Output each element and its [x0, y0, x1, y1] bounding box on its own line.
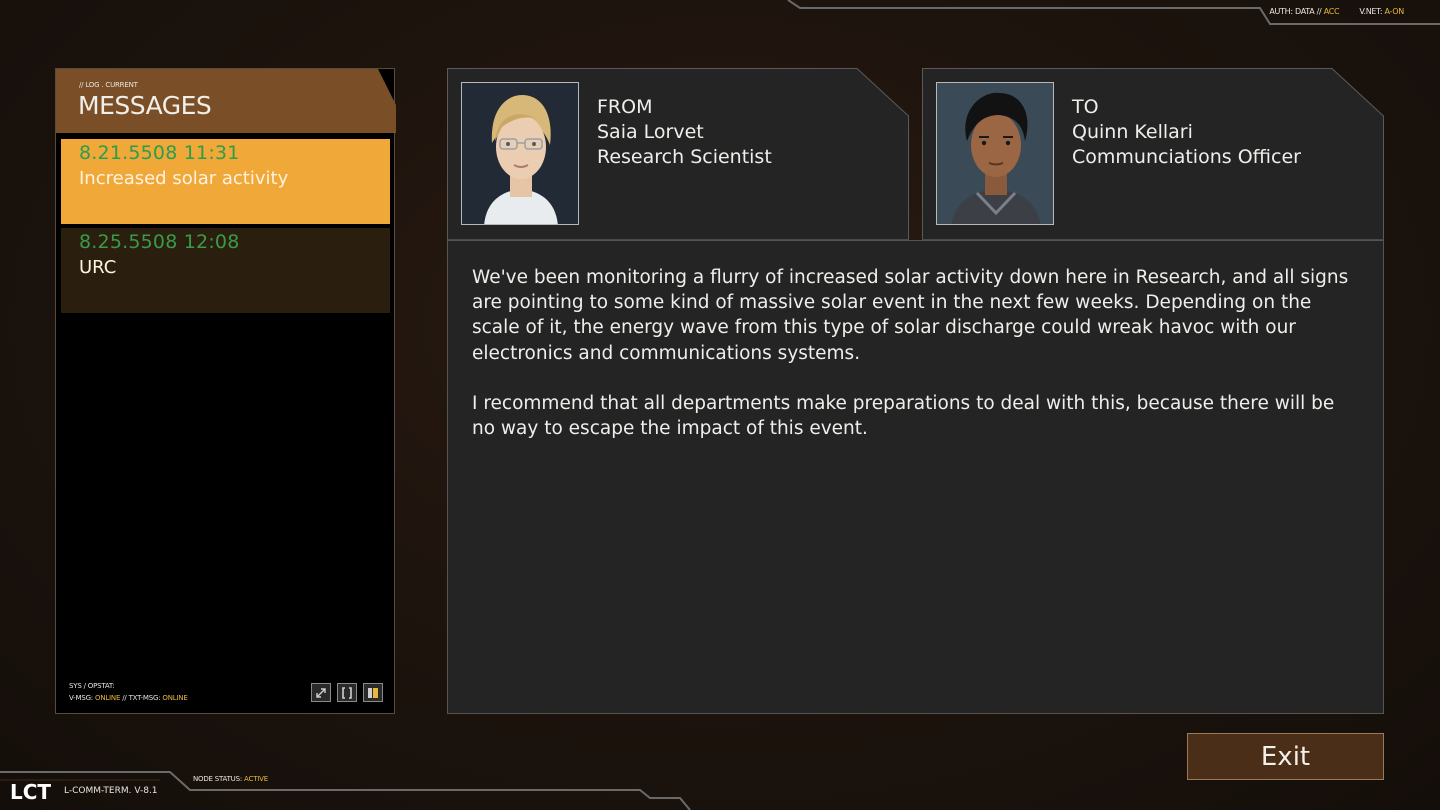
- message-list-item[interactable]: 8.25.5508 12:08 URC: [61, 228, 390, 313]
- message-list-item[interactable]: 8.21.5508 11:31 Increased solar activity: [61, 139, 390, 224]
- opstat-values: V-MSG: ONLINE // TXT-MSG: ONLINE: [69, 694, 188, 702]
- panel-toggle-icon[interactable]: [363, 683, 383, 702]
- recipient-name: Quinn Kellari: [1072, 121, 1193, 143]
- footer-icon-group: [311, 683, 383, 702]
- app-version: L-COMM-TERM. V-8.1: [64, 786, 158, 796]
- opstat-footer: SYS / OPSTAT: V-MSG: ONLINE // TXT-MSG: …: [69, 680, 188, 704]
- from-heading: FROM: [597, 96, 653, 118]
- sender-name: Saia Lorvet: [597, 121, 704, 143]
- sender-role: Research Scientist: [597, 146, 772, 168]
- messages-title: MESSAGES: [78, 91, 212, 120]
- recipient-role: Communciations Officer: [1072, 146, 1301, 168]
- from-card: FROM Saia Lorvet Research Scientist: [447, 68, 909, 240]
- message-date: 8.21.5508 11:31: [79, 142, 240, 164]
- top-status-bar: AUTH: DATA // ACC V.NET: A-ON: [1269, 7, 1404, 16]
- recipient-details: TO Quinn Kellari Communciations Officer: [1072, 95, 1301, 170]
- opstat-label: SYS / OPSTAT:: [69, 682, 115, 690]
- message-body-panel: We've been monitoring a flurry of increa…: [447, 240, 1384, 714]
- to-card: TO Quinn Kellari Communciations Officer: [922, 68, 1384, 240]
- message-body-text: We've been monitoring a flurry of increa…: [472, 265, 1362, 466]
- recipient-portrait: [936, 82, 1054, 225]
- expand-icon[interactable]: [311, 683, 331, 702]
- messages-subtitle: // LOG . CURRENT: [79, 81, 138, 89]
- messages-panel: // LOG . CURRENT MESSAGES 8.21.5508 11:3…: [55, 68, 396, 714]
- message-subject: Increased solar activity: [79, 168, 289, 189]
- message-paragraph: We've been monitoring a flurry of increa…: [472, 267, 1349, 364]
- exit-button[interactable]: Exit: [1187, 733, 1384, 780]
- sender-portrait: [461, 82, 579, 225]
- message-date: 8.25.5508 12:08: [79, 231, 240, 253]
- bracket-icon[interactable]: [337, 683, 357, 702]
- to-heading: TO: [1072, 96, 1099, 118]
- sender-details: FROM Saia Lorvet Research Scientist: [597, 95, 772, 170]
- message-paragraph: I recommend that all departments make pr…: [472, 392, 1335, 440]
- messages-header: // LOG . CURRENT MESSAGES: [56, 69, 396, 133]
- vnet-status: V.NET: A-ON: [1359, 7, 1404, 16]
- node-status: NODE STATUS: ACTIVE: [193, 775, 268, 783]
- auth-status: AUTH: DATA // ACC: [1269, 7, 1340, 16]
- app-logo: LCT: [10, 780, 52, 804]
- message-subject: URC: [79, 257, 117, 278]
